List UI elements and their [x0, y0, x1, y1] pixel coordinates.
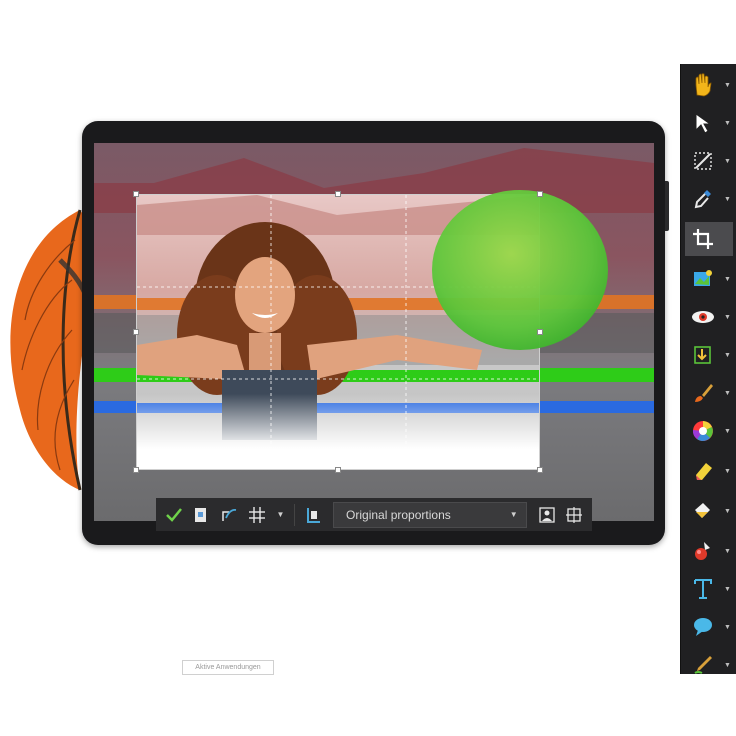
crop-icon [693, 229, 713, 249]
brush-icon [695, 384, 713, 402]
chevron-down-icon: ▼ [724, 427, 731, 435]
proportions-dropdown[interactable]: Original proportions ▼ [333, 501, 527, 528]
status-label: Aktive Anwendungen [182, 660, 274, 675]
snap-crop-icon [222, 508, 237, 521]
tool-speech-bubble[interactable]: ▼ [685, 610, 733, 644]
fill-icon [695, 503, 710, 518]
crop-handle-top-right[interactable] [537, 191, 543, 197]
arrow-cursor-icon [695, 113, 712, 134]
tool-pan[interactable]: ▼ [685, 68, 733, 102]
chevron-down-icon: ▼ [724, 81, 731, 89]
tool-straighten[interactable]: ▼ [685, 144, 733, 178]
tool-text[interactable]: ▼ [685, 572, 733, 606]
tool-import[interactable]: ▼ [685, 338, 733, 372]
crop-new-image-icon [195, 507, 207, 522]
chevron-down-icon: ▼ [724, 195, 731, 203]
tool-pick[interactable]: ▼ [685, 106, 733, 140]
orientation-button[interactable] [299, 501, 327, 529]
proportions-value: Original proportions [346, 507, 451, 522]
tool-pen[interactable]: ▼ [685, 648, 733, 682]
grid-dropdown-arrow[interactable]: ▼ [277, 510, 285, 519]
chevron-down-icon: ▼ [724, 585, 731, 593]
grid-icon [248, 506, 265, 523]
tool-color-wheel[interactable]: ▼ [685, 414, 733, 448]
speech-bubble-icon [694, 618, 712, 636]
tool-eyedropper[interactable]: ▼ [685, 182, 733, 216]
chevron-down-icon: ▼ [724, 547, 731, 555]
pen-icon [694, 656, 712, 674]
chevron-down-icon: ▼ [724, 351, 731, 359]
chevron-down-icon: ▼ [724, 623, 731, 631]
portrait-icon [538, 506, 555, 523]
green-ball [432, 190, 608, 350]
import-icon [694, 346, 711, 364]
tablet-side-button [665, 181, 669, 231]
tool-fill[interactable]: ▼ [685, 494, 733, 528]
chevron-down-icon: ▼ [724, 507, 731, 515]
tools-toolbar: ▼ ▼ ▼ ▼ ▼ ▼ ▼ ▼ ▼ ▼ ▼ ▼ ▼ ▼ ▼ [680, 64, 736, 674]
straighten-icon [694, 152, 712, 170]
snap-crop-button[interactable] [215, 501, 243, 529]
tool-photo-fix[interactable]: ▼ [685, 262, 733, 296]
chevron-down-icon: ▼ [724, 389, 731, 397]
crop-toolbar: ▼ Original proportions ▼ [156, 498, 592, 531]
crop-handle-top[interactable] [335, 191, 341, 197]
crop-handle-top-left[interactable] [133, 191, 139, 197]
toolbar-divider [294, 503, 296, 526]
chevron-down-icon: ▼ [724, 467, 731, 475]
color-wheel-icon [692, 421, 713, 441]
tool-crop[interactable] [685, 222, 733, 256]
chevron-down-icon: ▼ [509, 510, 518, 519]
tool-brush[interactable]: ▼ [685, 376, 733, 410]
chevron-down-icon: ▼ [724, 157, 731, 165]
crop-handle-bottom[interactable] [335, 467, 341, 473]
fit-icon [566, 506, 583, 523]
tool-red-eye[interactable]: ▼ [685, 300, 733, 334]
checkmark-icon [165, 507, 182, 522]
tool-eraser[interactable]: ▼ [685, 454, 733, 488]
crop-handle-bottom-right[interactable] [537, 467, 543, 473]
portrait-button[interactable] [533, 501, 561, 529]
crop-handle-right[interactable] [537, 329, 543, 335]
tool-picture-tube[interactable]: ▼ [685, 534, 733, 568]
hand-icon [695, 73, 712, 97]
fit-crop-button[interactable] [560, 501, 588, 529]
crop-handle-left[interactable] [133, 329, 139, 335]
grid-options-button[interactable] [243, 501, 271, 529]
red-eye-icon [692, 311, 714, 323]
eyedropper-icon [694, 190, 711, 209]
chevron-down-icon: ▼ [724, 275, 731, 283]
text-icon [694, 579, 712, 599]
crop-handle-bottom-left[interactable] [133, 467, 139, 473]
orientation-icon [307, 507, 321, 523]
picture-tube-icon [695, 542, 710, 560]
eraser-icon [696, 463, 712, 480]
chevron-down-icon: ▼ [724, 119, 731, 127]
photo-fix-icon [694, 270, 712, 286]
chevron-down-icon: ▼ [724, 661, 731, 669]
chevron-down-icon: ▼ [724, 313, 731, 321]
crop-new-image-button[interactable] [188, 501, 216, 529]
apply-crop-button[interactable] [160, 501, 188, 529]
